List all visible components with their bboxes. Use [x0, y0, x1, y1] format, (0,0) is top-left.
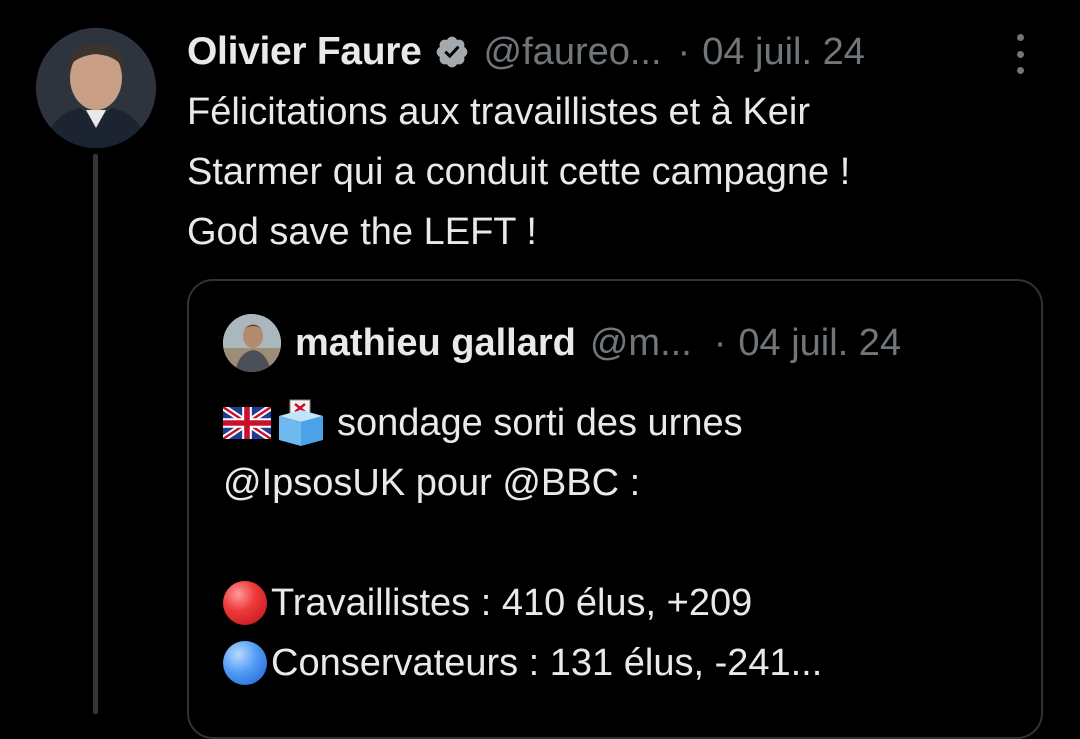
result-row-conservatives: Conservateurs : 131 élus, -241... — [223, 633, 1023, 693]
red-circle-emoji — [223, 581, 267, 625]
tweet-text: Félicitations aux travaillistes et à Kei… — [187, 82, 1047, 262]
quoted-date-separator: · — [713, 321, 727, 364]
quoted-text-line: sondage sorti des urnes — [223, 393, 1023, 453]
date-separator: · — [677, 30, 691, 73]
author-handle[interactable]: @faureo... — [484, 31, 662, 74]
quoted-tweet-card[interactable]: mathieu gallard @m... · 04 juil. 24 sond… — [187, 279, 1043, 739]
result-labour-text: Travaillistes : 410 élus, +209 — [271, 582, 753, 624]
tweet-text-line: Starmer qui a conduit cette campagne ! — [187, 151, 851, 193]
quoted-tweet-header: mathieu gallard @m... · 04 juil. 24 — [223, 311, 901, 375]
quoted-tweet-date[interactable]: 04 juil. 24 — [738, 322, 901, 365]
more-options-icon[interactable] — [1008, 34, 1032, 74]
tweet-date[interactable]: 04 juil. 24 — [702, 31, 865, 74]
blue-circle-emoji — [223, 641, 267, 685]
result-conservatives-text: Conservateurs : 131 élus, -241... — [271, 642, 823, 684]
verified-badge-icon — [436, 36, 467, 68]
quoted-tweet-text: sondage sorti des urnes @IpsosUK pour @B… — [223, 393, 1023, 693]
tweet-text-line: Félicitations aux travaillistes et à Kei… — [187, 91, 811, 133]
tweet-header: Olivier Faure @faureo... · 04 juil. 24 — [187, 24, 865, 80]
uk-flag-emoji — [223, 407, 271, 439]
quoted-text-line1: sondage sorti des urnes — [337, 402, 743, 444]
ballot-box-emoji — [279, 399, 323, 446]
tweet-text-line: God save the LEFT ! — [187, 211, 537, 253]
thread-line — [93, 154, 98, 714]
result-row-labour: Travaillistes : 410 élus, +209 — [223, 573, 1023, 633]
author-avatar[interactable] — [36, 28, 156, 148]
quoted-author-handle[interactable]: @m... — [590, 322, 692, 365]
quoted-author-name[interactable]: mathieu gallard — [295, 322, 576, 365]
quoted-text-line2: @IpsosUK pour @BBC : — [223, 462, 641, 504]
author-name[interactable]: Olivier Faure — [187, 30, 422, 74]
quoted-author-avatar — [223, 314, 281, 372]
